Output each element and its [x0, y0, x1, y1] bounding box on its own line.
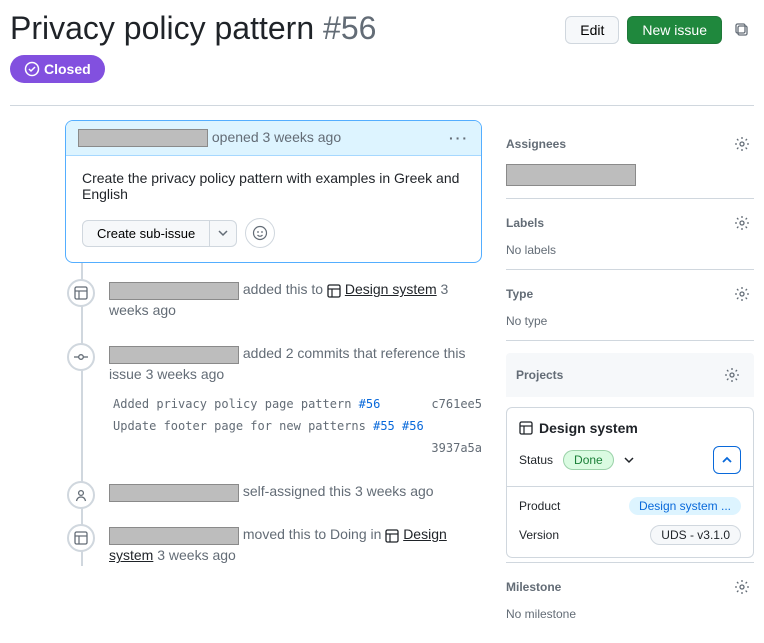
timeline-item: moved this to Doing in Design system 3 w…: [81, 524, 482, 566]
smiley-icon: [252, 225, 268, 241]
add-reaction-button[interactable]: [245, 218, 275, 248]
issue-number: #56: [323, 10, 376, 46]
table-icon: [385, 529, 399, 543]
new-issue-button[interactable]: New issue: [627, 16, 722, 44]
labels-value: No labels: [506, 243, 754, 257]
issue-ref[interactable]: #55: [373, 419, 395, 433]
edit-button[interactable]: Edit: [565, 16, 619, 44]
create-sub-issue-button[interactable]: Create sub-issue: [82, 220, 210, 247]
comment-menu-button[interactable]: ···: [449, 130, 469, 146]
version-pill[interactable]: UDS - v3.1.0: [650, 525, 741, 545]
commit-row: Update footer page for new patterns #55 …: [113, 415, 482, 437]
assignees-label: Assignees: [506, 137, 566, 151]
status-badge: Closed: [10, 55, 105, 83]
assignee-redacted[interactable]: [506, 164, 636, 186]
milestone-label: Milestone: [506, 580, 561, 594]
issue-comment: opened 3 weeks ago ··· Create the privac…: [65, 120, 482, 263]
commit-msg: Update footer page for new patterns: [113, 419, 373, 433]
projects-settings-button[interactable]: [720, 363, 744, 387]
timeline-item: added 2 commits that reference this issu…: [81, 343, 482, 459]
gear-icon: [724, 367, 740, 383]
actor-redacted: [109, 282, 239, 300]
status-pill[interactable]: Done: [563, 450, 614, 470]
commit-icon: [67, 343, 95, 371]
gear-icon: [734, 136, 750, 152]
milestone-settings-button[interactable]: [730, 575, 754, 599]
product-label: Product: [519, 499, 560, 513]
table-icon: [67, 524, 95, 552]
labels-settings-button[interactable]: [730, 211, 754, 235]
version-label: Version: [519, 528, 559, 542]
status-label: Status: [519, 453, 553, 467]
tl-text: moved this to Doing in: [243, 526, 385, 542]
opened-text: opened 3 weeks ago: [212, 129, 341, 145]
status-text: Closed: [44, 61, 91, 77]
chevron-down-icon: [218, 228, 228, 238]
labels-label: Labels: [506, 216, 544, 230]
gear-icon: [734, 286, 750, 302]
timeline-item: added this to Design system 3 weeks ago: [81, 279, 482, 321]
milestone-value: No milestone: [506, 607, 754, 621]
divider: [10, 105, 754, 106]
collapse-button[interactable]: [713, 446, 741, 474]
issue-title: Privacy policy pattern #56: [10, 10, 376, 47]
author-redacted: [78, 129, 208, 147]
create-sub-issue-dropdown[interactable]: [210, 220, 237, 247]
tl-time: 3 weeks ago: [157, 547, 236, 563]
copy-link-button[interactable]: [730, 18, 754, 42]
actor-redacted: [109, 527, 239, 545]
tl-text: self-assigned this 3 weeks ago: [243, 483, 434, 499]
commit-msg: Added privacy policy page pattern: [113, 397, 359, 411]
copy-icon: [734, 22, 750, 38]
actor-redacted: [109, 484, 239, 502]
product-pill[interactable]: Design system ...: [629, 497, 741, 515]
person-icon: [67, 481, 95, 509]
table-icon: [327, 284, 341, 298]
gear-icon: [734, 579, 750, 595]
commit-sha[interactable]: c761ee5: [431, 397, 482, 411]
type-value: No type: [506, 314, 754, 328]
issue-ref[interactable]: #56: [359, 397, 381, 411]
projects-label: Projects: [516, 368, 563, 382]
commit-sha[interactable]: 3937a5a: [431, 441, 482, 455]
chevron-down-icon[interactable]: [624, 455, 634, 465]
project-card: Design system Status Done: [506, 407, 754, 558]
project-link[interactable]: Design system: [345, 281, 437, 297]
assignees-settings-button[interactable]: [730, 132, 754, 156]
type-label: Type: [506, 287, 533, 301]
title-text: Privacy policy pattern: [10, 10, 314, 46]
project-name[interactable]: Design system: [539, 420, 638, 436]
table-icon: [519, 421, 533, 435]
type-settings-button[interactable]: [730, 282, 754, 306]
gear-icon: [734, 215, 750, 231]
comment-body: Create the privacy policy pattern with e…: [66, 156, 481, 216]
commit-row: Added privacy policy page pattern #56 c7…: [113, 393, 482, 415]
actor-redacted: [109, 346, 239, 364]
timeline-item: self-assigned this 3 weeks ago: [81, 481, 482, 502]
check-circle-icon: [24, 61, 40, 77]
tl-text: added this to: [243, 281, 327, 297]
table-icon: [67, 279, 95, 307]
chevron-up-icon: [721, 454, 733, 466]
issue-ref[interactable]: #56: [402, 419, 424, 433]
